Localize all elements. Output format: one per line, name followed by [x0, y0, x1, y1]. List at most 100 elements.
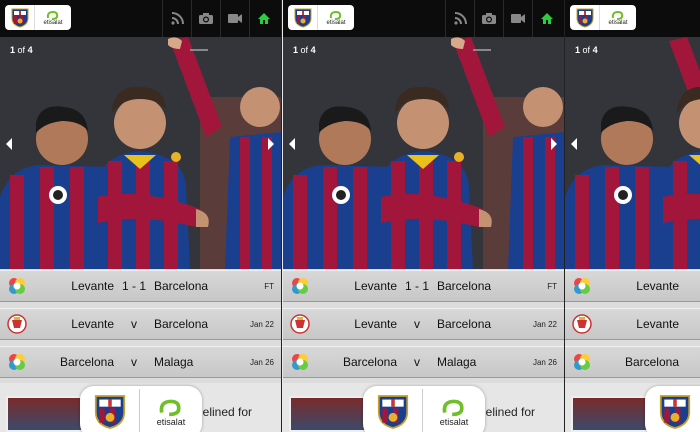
match-row[interactable]: Barcelona v Malaga Jan 26 — [0, 346, 281, 378]
chevron-left-icon[interactable] — [4, 137, 14, 151]
top-bar: etisalat — [0, 0, 281, 37]
gallery-current: 1 — [10, 45, 16, 55]
chevron-left-icon[interactable] — [287, 137, 297, 151]
match-score: v — [131, 355, 137, 369]
gallery-of-label: of — [17, 45, 26, 55]
rss-icon[interactable] — [162, 0, 191, 37]
gallery-counter: 1 of 4 — [293, 45, 316, 55]
etisalat-logo: etisalat — [318, 10, 354, 26]
gallery-current: 1 — [575, 45, 581, 55]
copa-del-rey-icon — [565, 308, 599, 340]
match-status: Jan 22 — [249, 319, 274, 329]
app-screen-3: etisalat 1 of 4 Levante Levante Barcelon… — [565, 0, 700, 432]
laliga-icon — [565, 270, 599, 302]
copa-del-rey-icon — [283, 308, 317, 340]
top-bar: etisalat — [565, 0, 700, 37]
club-crest-icon — [363, 389, 423, 432]
match-status: FT — [264, 281, 274, 291]
photo-gallery[interactable]: 1 of 4 — [283, 37, 564, 269]
away-team: Barcelona — [154, 279, 209, 293]
away-team: Barcelona — [437, 279, 492, 293]
match-row[interactable]: Levante — [565, 308, 700, 340]
club-crest-icon — [5, 5, 35, 30]
match-row[interactable]: Levante 1 - 1 Barcelona FT — [0, 270, 281, 302]
home-team: Levante — [71, 279, 114, 293]
camera-icon[interactable] — [474, 0, 503, 37]
gallery-photo — [0, 37, 281, 269]
etisalat-text: etisalat — [43, 19, 63, 26]
match-row[interactable]: Barcelona — [565, 346, 700, 378]
home-icon[interactable] — [532, 0, 561, 37]
video-icon[interactable] — [220, 0, 249, 37]
match-status: Jan 22 — [532, 319, 557, 329]
app-screen-2: etisalat 1 of 4 Levante 1 - 1 Barcelona … — [283, 0, 565, 432]
away-team: Malaga — [154, 355, 194, 369]
laliga-icon — [565, 346, 599, 378]
match-row[interactable]: Levante 1 - 1 Barcelona FT — [283, 270, 564, 302]
home-team: Levante — [636, 317, 679, 331]
match-status: Jan 26 — [249, 357, 274, 367]
match-row[interactable]: Levante v Barcelona Jan 22 — [283, 308, 564, 340]
match-score: 1 - 1 — [121, 279, 146, 293]
home-team: Levante — [354, 279, 397, 293]
home-team: Barcelona — [624, 355, 679, 369]
match-status: FT — [547, 281, 557, 291]
etisalat-logo: etisalat — [35, 10, 71, 26]
etisalat-text: etisalat — [608, 19, 628, 26]
promo-text: lelined for — [483, 405, 536, 419]
home-team: Levante — [636, 279, 679, 293]
app-strip: etisalat 1 of 4 Levante 1 - 1 Barcelona … — [0, 0, 700, 432]
away-team: Barcelona — [437, 317, 492, 331]
home-team: Barcelona — [342, 355, 397, 369]
camera-icon[interactable] — [191, 0, 220, 37]
chevron-right-icon[interactable] — [266, 137, 276, 151]
match-row[interactable]: Levante — [565, 270, 700, 302]
promo-text: lelined for — [200, 405, 253, 419]
etisalat-logo: etisalat — [140, 397, 202, 427]
pager-indicator — [190, 49, 208, 51]
photo-gallery[interactable]: 1 of 4 — [565, 37, 700, 269]
club-crest-icon — [80, 389, 140, 432]
brand-logo[interactable]: etisalat — [288, 5, 354, 30]
away-team: Malaga — [437, 355, 477, 369]
gallery-counter: 1 of 4 — [10, 45, 33, 55]
match-score: 1 - 1 — [404, 279, 429, 293]
copa-del-rey-icon — [0, 308, 34, 340]
promo-logo-badge[interactable]: etisalat — [363, 386, 485, 432]
home-team: Levante — [354, 317, 397, 331]
video-icon[interactable] — [503, 0, 532, 37]
laliga-icon — [0, 346, 34, 378]
promo-logo-badge[interactable] — [645, 386, 700, 432]
brand-logo[interactable]: etisalat — [5, 5, 71, 30]
gallery-of-label: of — [582, 45, 591, 55]
photo-gallery[interactable]: 1 of 4 — [0, 37, 281, 269]
pager-indicator — [473, 49, 491, 51]
match-status: Jan 26 — [532, 357, 557, 367]
club-crest-icon — [570, 5, 600, 30]
club-crest-icon — [288, 5, 318, 30]
match-row[interactable]: Levante v Barcelona Jan 22 — [0, 308, 281, 340]
away-team: Barcelona — [154, 317, 209, 331]
home-icon[interactable] — [249, 0, 278, 37]
rss-icon[interactable] — [445, 0, 474, 37]
match-row[interactable]: Barcelona v Malaga Jan 26 — [283, 346, 564, 378]
laliga-icon — [283, 346, 317, 378]
gallery-photo — [565, 37, 700, 269]
chevron-right-icon[interactable] — [549, 137, 559, 151]
etisalat-text: etisalat — [156, 417, 186, 427]
top-bar: etisalat — [283, 0, 564, 37]
gallery-total: 4 — [27, 45, 33, 55]
brand-logo[interactable]: etisalat — [570, 5, 636, 30]
gallery-total: 4 — [310, 45, 316, 55]
match-score: v — [414, 355, 420, 369]
promo-logo-badge[interactable]: etisalat — [80, 386, 202, 432]
home-team: Barcelona — [59, 355, 114, 369]
etisalat-logo: etisalat — [600, 10, 636, 26]
gallery-counter: 1 of 4 — [575, 45, 598, 55]
laliga-icon — [283, 270, 317, 302]
etisalat-text: etisalat — [439, 417, 469, 427]
gallery-of-label: of — [300, 45, 309, 55]
gallery-photo — [283, 37, 564, 269]
laliga-icon — [0, 270, 34, 302]
chevron-left-icon[interactable] — [569, 137, 579, 151]
